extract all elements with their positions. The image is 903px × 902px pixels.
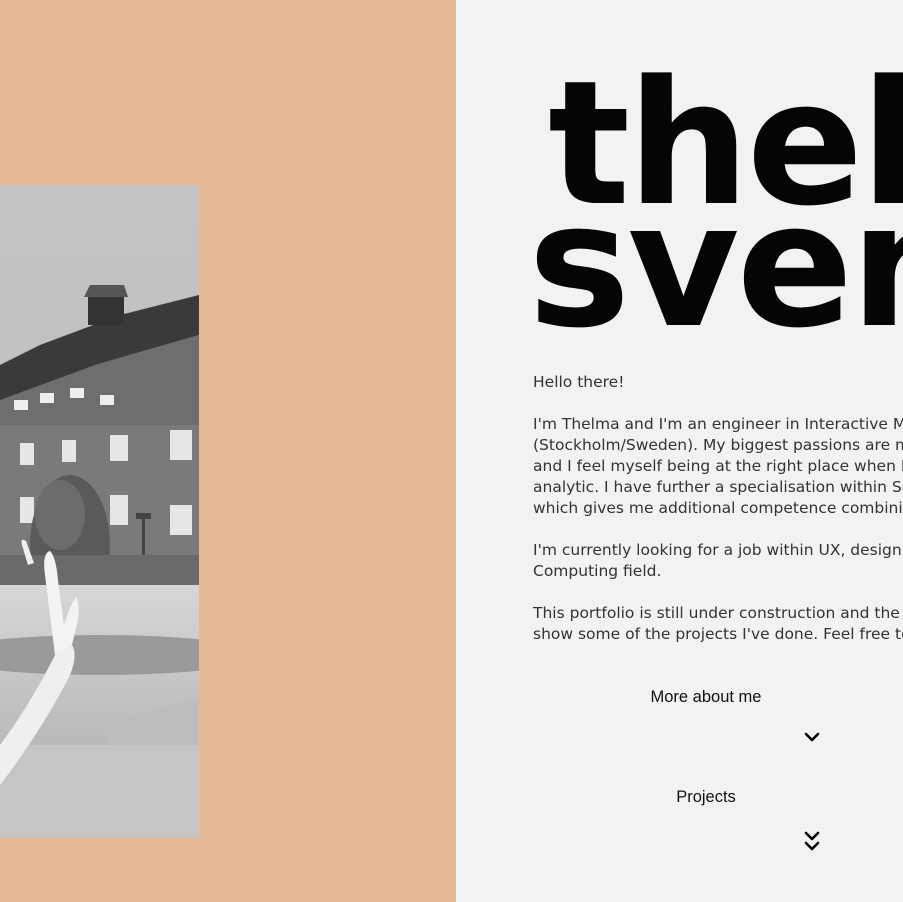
intro-text: Hello there! I'm Thelma and I'm an engin… bbox=[533, 372, 903, 666]
intro-paragraph-3: This portfolio is still under constructi… bbox=[533, 603, 903, 645]
intro-paragraph-2: I'm currently looking for a job within U… bbox=[533, 540, 903, 582]
right-panel: thelma svensson Hello there! I'm Thelma … bbox=[456, 0, 903, 902]
left-panel bbox=[0, 0, 456, 902]
intro-line: (Stockholm/Sweden). My biggest passions … bbox=[533, 436, 903, 454]
intro-line: and I feel myself being at the right pla… bbox=[533, 457, 903, 475]
name-last: svensson bbox=[528, 165, 903, 366]
intro-line: analytic. I have further a specialisatio… bbox=[533, 478, 903, 496]
projects-link[interactable]: Projects bbox=[591, 788, 821, 807]
chevron-down-icon[interactable] bbox=[804, 730, 820, 744]
profile-photo bbox=[0, 185, 199, 838]
intro-line: This portfolio is still under constructi… bbox=[533, 604, 903, 622]
intro-line: which gives me additional competence com… bbox=[533, 499, 903, 517]
double-chevron-down-icon[interactable] bbox=[804, 830, 820, 854]
intro-paragraph-1: I'm Thelma and I'm an engineer in Intera… bbox=[533, 414, 903, 519]
intro-line: I'm currently looking for a job within U… bbox=[533, 541, 903, 559]
intro-line: Computing field. bbox=[533, 562, 662, 580]
intro-line: I'm Thelma and I'm an engineer in Intera… bbox=[533, 415, 903, 433]
intro-line: show some of the projects I've done. Fee… bbox=[533, 625, 903, 643]
greeting: Hello there! bbox=[533, 373, 625, 391]
more-about-me-link[interactable]: More about me bbox=[591, 688, 821, 707]
